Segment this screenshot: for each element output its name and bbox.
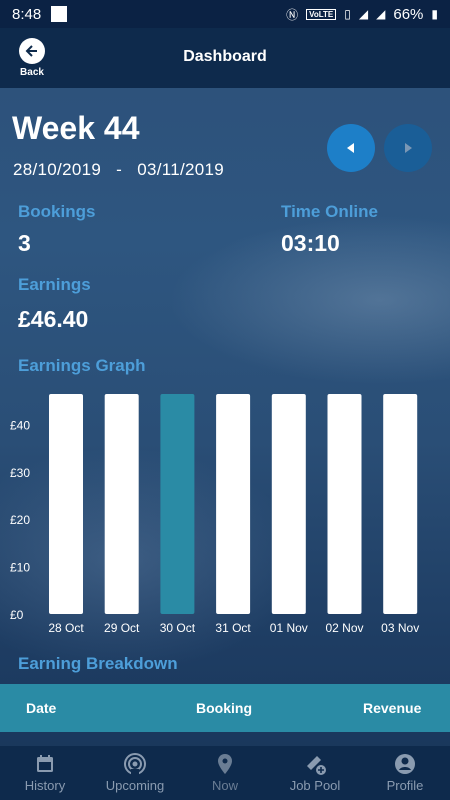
notification-icon xyxy=(51,6,68,22)
start-date: 28/10/2019 xyxy=(13,160,102,179)
x-tick-label: 30 Oct xyxy=(160,621,196,635)
previous-week-button[interactable] xyxy=(327,124,375,172)
nav-history[interactable]: History xyxy=(0,746,90,800)
nav-upcoming[interactable]: Upcoming xyxy=(90,746,180,800)
next-week-button[interactable] xyxy=(384,124,432,172)
bookings-label: Bookings xyxy=(18,202,96,221)
nav-profile[interactable]: Profile xyxy=(360,746,450,800)
chart-bar[interactable] xyxy=(160,394,195,614)
week-title: Week 44 xyxy=(12,110,140,146)
column-header-revenue[interactable]: Revenue xyxy=(363,700,421,716)
chart-bar[interactable] xyxy=(383,394,418,614)
time-online-label: Time Online xyxy=(281,202,378,221)
battery-percent: 66% xyxy=(393,5,424,23)
ticket-add-icon xyxy=(307,756,326,775)
nav-job-pool-label: Job Pool xyxy=(289,778,341,793)
page-title: Dashboard xyxy=(183,48,267,65)
nav-profile-label: Profile xyxy=(386,778,424,793)
y-tick-label: £30 xyxy=(10,466,30,480)
chart-bar[interactable] xyxy=(216,394,251,614)
breakdown-title: Earning Breakdown xyxy=(18,654,178,673)
x-tick-label: 28 Oct xyxy=(48,621,84,635)
chart-bar[interactable] xyxy=(271,394,306,614)
y-tick-label: £20 xyxy=(10,513,30,527)
location-pin-icon xyxy=(218,754,232,774)
earnings-value: £46.40 xyxy=(18,306,89,332)
y-tick-label: £40 xyxy=(10,418,30,432)
graph-title: Earnings Graph xyxy=(18,356,146,375)
nav-job-pool[interactable]: Job Pool xyxy=(270,746,360,800)
status-icons: Ⓝ VoLTE ▯ ◢ ◢ 66% ▮ xyxy=(286,6,438,23)
earnings-label: Earnings xyxy=(18,275,91,294)
nav-upcoming-label: Upcoming xyxy=(105,778,165,793)
x-tick-label: 01 Nov xyxy=(270,621,308,635)
signal-icon: ◢ xyxy=(376,7,386,21)
end-date: 03/11/2019 xyxy=(137,160,225,179)
earnings-bar-chart: £0 £10 £20 £30 £40 28 Oct 29 Oct 30 Oct 31 Oct 01… xyxy=(10,394,419,635)
status-bar: 8:48 Ⓝ VoLTE ▯ ◢ ◢ 66% ▮ xyxy=(0,0,450,28)
app-bar: Back Dashboard xyxy=(0,28,450,88)
triangle-right-icon xyxy=(405,143,412,153)
y-tick-label: £10 xyxy=(10,561,30,575)
bottom-navigation: History Upcoming Now Job Pool Profile xyxy=(0,746,450,800)
time-online-value: 03:10 xyxy=(281,230,340,256)
chart-bar[interactable] xyxy=(49,394,83,614)
breakdown-table-header: Date Booking Revenue xyxy=(0,684,450,732)
column-header-date[interactable]: Date xyxy=(26,700,56,716)
calendar-icon xyxy=(37,755,53,772)
column-header-booking[interactable]: Booking xyxy=(196,700,252,716)
back-label: Back xyxy=(20,67,44,78)
triangle-left-icon xyxy=(347,143,354,153)
battery-icon: ▮ xyxy=(431,7,438,21)
x-tick-label: 03 Nov xyxy=(381,621,419,635)
chart-bar[interactable] xyxy=(104,394,139,614)
nav-now-label: Now xyxy=(211,778,238,793)
volte-badge: VoLTE xyxy=(306,8,337,20)
broadcast-icon xyxy=(124,753,146,776)
account-circle-icon xyxy=(395,754,415,774)
vibrate-icon: ▯ xyxy=(344,7,351,21)
date-range: 28/10/2019 - 03/11/2019 xyxy=(13,160,224,180)
nav-history-label: History xyxy=(24,778,66,793)
x-tick-label: 29 Oct xyxy=(104,621,140,635)
chart-bar[interactable] xyxy=(327,394,362,614)
status-time: 8:48 xyxy=(12,5,42,23)
bookings-value: 3 xyxy=(18,230,31,256)
wifi-icon: ◢ xyxy=(358,7,369,21)
date-separator: - xyxy=(116,160,123,179)
nav-now[interactable]: Now xyxy=(180,746,270,800)
x-tick-label: 02 Nov xyxy=(325,621,363,635)
y-tick-label: £0 xyxy=(10,608,24,622)
nfc-icon: Ⓝ xyxy=(286,7,299,22)
x-tick-label: 31 Oct xyxy=(215,621,251,635)
